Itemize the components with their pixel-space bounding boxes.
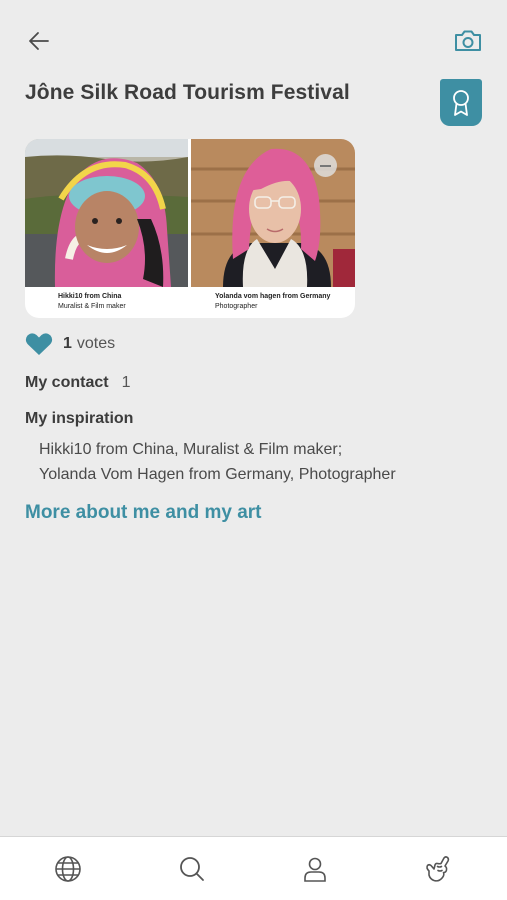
more-about-link[interactable]: More about me and my art (25, 502, 262, 524)
inspiration-line: Hikki10 from China, Muralist & Film make… (39, 441, 343, 458)
globe-icon (55, 856, 81, 882)
shaka-hand-icon (426, 856, 450, 882)
remove-photo-button[interactable] (314, 154, 337, 177)
inspiration-card: Hikki10 from China Muralist & Film maker… (25, 139, 355, 318)
votes-row: 1 votes (25, 332, 115, 356)
award-badge[interactable] (440, 79, 482, 126)
caption-role: Muralist & Film maker (58, 303, 126, 310)
minus-circle-icon (320, 164, 331, 167)
nav-explore[interactable] (51, 852, 85, 886)
contact-label: My contact (25, 374, 109, 391)
nav-search[interactable] (175, 852, 209, 886)
photo-caption: Hikki10 from China Muralist & Film maker (58, 292, 126, 312)
inspiration-line: Yolanda Vom Hagen from Germany, Photogra… (39, 466, 396, 483)
nav-greetings[interactable] (421, 852, 455, 886)
user-icon (304, 857, 326, 882)
page-title: Jône Silk Road Tourism Festival (25, 81, 350, 104)
arrow-left-icon (29, 32, 49, 50)
camera-button[interactable] (451, 25, 485, 57)
heart-icon[interactable] (25, 332, 53, 356)
photo-caption: Yolanda vom hagen from Germany Photograp… (215, 292, 330, 312)
photo-hikki10[interactable] (25, 139, 188, 287)
votes-count: 1 (63, 335, 72, 352)
nav-profile[interactable] (298, 852, 332, 886)
contact-row: My contact 1 (25, 374, 130, 392)
caption-role: Photographer (215, 303, 258, 310)
search-icon (180, 857, 204, 881)
portrait-image (25, 139, 188, 287)
award-ribbon-icon (453, 89, 469, 116)
contact-value: 1 (121, 374, 131, 391)
camera-icon (455, 30, 481, 51)
back-button[interactable] (22, 26, 56, 56)
inspiration-heading: My inspiration (25, 410, 134, 427)
votes-label: votes (76, 335, 116, 352)
caption-name: Hikki10 from China (58, 293, 122, 300)
bottom-nav (0, 836, 507, 900)
caption-name: Yolanda vom hagen from Germany (215, 293, 331, 300)
